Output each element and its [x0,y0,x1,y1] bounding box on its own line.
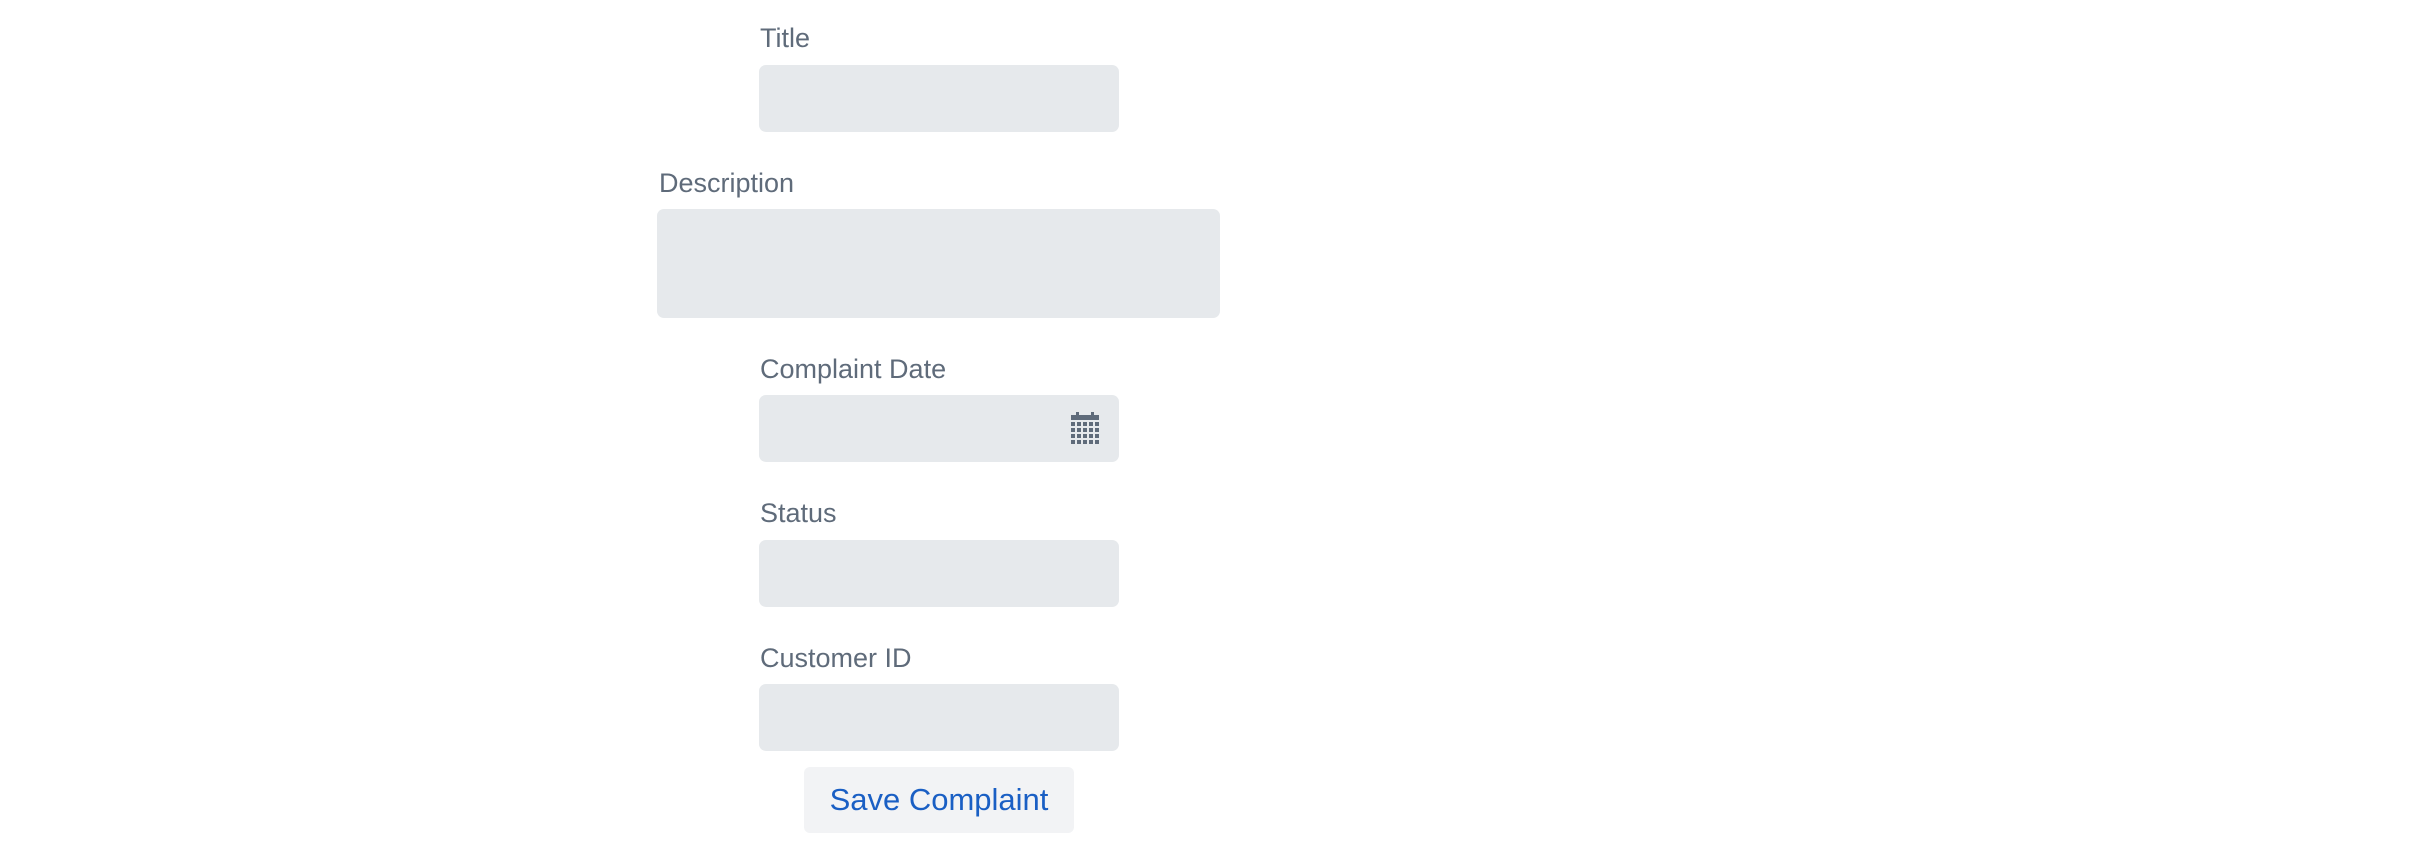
customer-id-label: Customer ID [760,643,912,673]
title-input[interactable] [759,65,1119,132]
complaint-date-input[interactable] [759,395,1119,462]
description-label: Description [659,168,795,198]
calendar-icon[interactable] [1070,412,1100,444]
status-input[interactable] [759,540,1119,607]
complaint-date-label: Complaint Date [760,354,947,384]
save-complaint-button[interactable]: Save Complaint [804,767,1074,833]
status-label: Status [760,498,837,528]
customer-id-input[interactable] [759,684,1119,751]
description-textarea[interactable] [657,209,1220,318]
title-label: Title [760,23,811,53]
